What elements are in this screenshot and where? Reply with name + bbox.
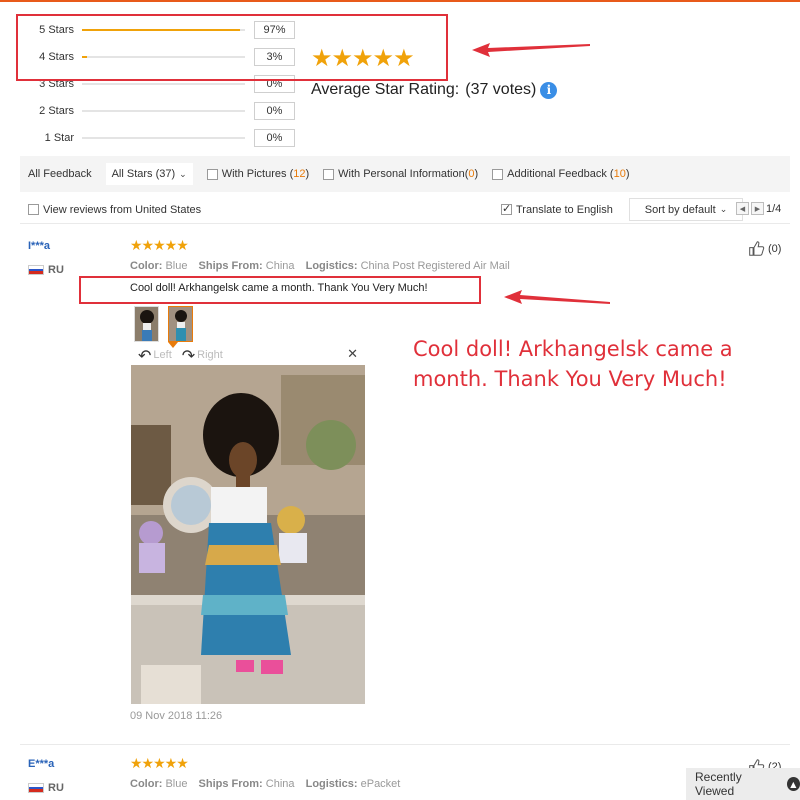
- color-label: Color:: [130, 260, 163, 272]
- helpful-count: (0): [768, 242, 782, 255]
- average-rating-label: Average Star Rating:: [311, 81, 460, 98]
- average-rating: Average Star Rating: (37 votes) i: [311, 81, 558, 99]
- review-stars: ★★★★★: [130, 756, 189, 772]
- reviewer-country: RU: [48, 782, 64, 794]
- chevron-up-icon: ▲: [786, 777, 800, 791]
- rotate-left-button[interactable]: ↶ Left: [138, 346, 172, 365]
- with-personal-info-checkbox[interactable]: [323, 168, 335, 180]
- sort-label: Sort by default: [644, 203, 716, 216]
- rotate-left-icon: ↶: [138, 345, 152, 365]
- annotation-arrow-rating: [472, 43, 590, 57]
- translate-filter[interactable]: Translate to English: [501, 202, 613, 216]
- prev-page-icon[interactable]: ◀: [736, 202, 749, 215]
- pagination: ◀ ▶ 1/4: [736, 202, 781, 215]
- rotate-right-button[interactable]: ↷ Right: [182, 346, 223, 365]
- rating-bar: [82, 110, 245, 112]
- review-item: I***a RU ★★★★★ Color: Blue Ships From: C…: [20, 238, 790, 730]
- paren: ): [474, 168, 479, 180]
- view-us-label: View reviews from United States: [43, 203, 202, 216]
- ships-value: China: [265, 260, 295, 272]
- page-indicator: 1/4: [766, 202, 782, 215]
- recently-viewed-label: Recently Viewed: [695, 770, 742, 798]
- rating-bar: [82, 137, 245, 139]
- info-icon[interactable]: i: [540, 81, 558, 99]
- votes-count: (37 votes): [465, 81, 537, 98]
- ships-label: Ships From:: [198, 778, 263, 790]
- ships-value: China: [265, 778, 295, 790]
- logistics-value: China Post Registered Air Mail: [360, 260, 510, 272]
- paren: ): [305, 168, 310, 180]
- translate-checkbox[interactable]: [501, 202, 512, 215]
- rating-row-2[interactable]: 2 Stars 0%: [20, 101, 295, 121]
- annotation-callout-text: Cool doll! Arkhangelsk came a month. Tha…: [413, 337, 733, 391]
- reviewer-country: RU: [48, 264, 64, 276]
- review-thumbnail[interactable]: [134, 306, 159, 342]
- with-personal-info-label: With Personal Information(: [338, 168, 469, 180]
- review-options-bar: View reviews from United States Translat…: [20, 196, 790, 224]
- review-date: 09 Nov 2018 11:26: [130, 710, 223, 722]
- additional-feedback-label: Additional Feedback (: [507, 168, 614, 180]
- all-stars-label: All Stars (37): [111, 168, 176, 180]
- recently-viewed-button[interactable]: Recently Viewed ▲: [686, 768, 800, 800]
- all-feedback-tab[interactable]: All Feedback: [28, 168, 92, 180]
- view-us-checkbox[interactable]: [28, 204, 39, 215]
- rating-row-1[interactable]: 1 Star 0%: [20, 128, 295, 148]
- chevron-down-icon: ⌄: [719, 204, 728, 214]
- color-label: Color:: [130, 778, 163, 790]
- color-value: Blue: [165, 778, 188, 790]
- next-page-icon[interactable]: ▶: [751, 202, 764, 215]
- translate-label: Translate to English: [516, 203, 613, 216]
- reviewer-name[interactable]: E***a: [28, 758, 54, 770]
- with-pictures-count: 12: [293, 168, 306, 180]
- rotate-left-label: Left: [153, 349, 172, 361]
- reviewer-name[interactable]: I***a: [28, 240, 50, 252]
- review-divider: [20, 744, 790, 745]
- rating-label: 2 Stars: [39, 105, 74, 117]
- with-pictures-checkbox[interactable]: [206, 168, 218, 180]
- rating-bar: [82, 83, 245, 85]
- review-item: E***a RU ★★★★★ Color: Blue Ships From: C…: [20, 756, 790, 800]
- paren: ): [625, 168, 630, 180]
- ships-label: Ships From:: [198, 260, 263, 272]
- feedback-filter-bar: All Feedback All Stars (37) ⌄ With Pictu…: [20, 156, 790, 192]
- rotate-right-icon: ↷: [181, 345, 196, 365]
- review-photo: [131, 365, 365, 704]
- logistics-label: Logistics:: [305, 778, 358, 790]
- with-pictures-label: With Pictures (: [221, 168, 294, 180]
- image-viewer-toolbar: ↶ Left ↷ Right ✕: [130, 346, 364, 365]
- rating-label: 1 Star: [44, 132, 74, 144]
- with-personal-info-filter[interactable]: With Personal Information(0): [323, 168, 478, 180]
- doll-thumbnail-image: [135, 307, 158, 341]
- logistics-label: Logistics:: [305, 260, 358, 272]
- russia-flag-icon: [28, 783, 44, 793]
- rotate-right-label: Right: [197, 349, 223, 361]
- rating-percent: 0%: [254, 102, 295, 120]
- all-stars-dropdown[interactable]: All Stars (37) ⌄: [105, 163, 193, 185]
- additional-feedback-filter[interactable]: Additional Feedback (10): [492, 168, 630, 180]
- additional-feedback-count: 10: [613, 168, 626, 180]
- sort-dropdown[interactable]: Sort by default ⌄: [629, 198, 743, 221]
- review-meta: Color: Blue Ships From: China Logistics:…: [130, 778, 400, 790]
- review-stars: ★★★★★: [130, 238, 189, 254]
- review-text: Cool doll! Arkhangelsk came a month. Tha…: [130, 282, 428, 294]
- view-us-filter[interactable]: View reviews from United States: [28, 204, 201, 216]
- logistics-value: ePacket: [360, 778, 401, 790]
- with-pictures-filter[interactable]: With Pictures (12): [206, 168, 310, 180]
- helpful-button[interactable]: (0): [748, 240, 781, 257]
- doll-photo-image: [131, 365, 365, 704]
- thumbs-up-icon: [749, 241, 765, 256]
- rating-percent: 0%: [254, 129, 295, 147]
- review-meta: Color: Blue Ships From: China Logistics:…: [130, 260, 510, 272]
- russia-flag-icon: [28, 265, 44, 275]
- chevron-down-icon: ⌄: [179, 168, 187, 179]
- top-border: [0, 0, 800, 2]
- close-icon[interactable]: ✕: [347, 347, 358, 362]
- color-value: Blue: [165, 260, 188, 272]
- annotation-box-rating: [16, 14, 448, 81]
- doll-thumbnail-image: [169, 307, 192, 341]
- review-thumbnail-selected[interactable]: [168, 306, 193, 342]
- additional-feedback-checkbox[interactable]: [492, 168, 504, 180]
- review-thumbnails: [134, 306, 202, 342]
